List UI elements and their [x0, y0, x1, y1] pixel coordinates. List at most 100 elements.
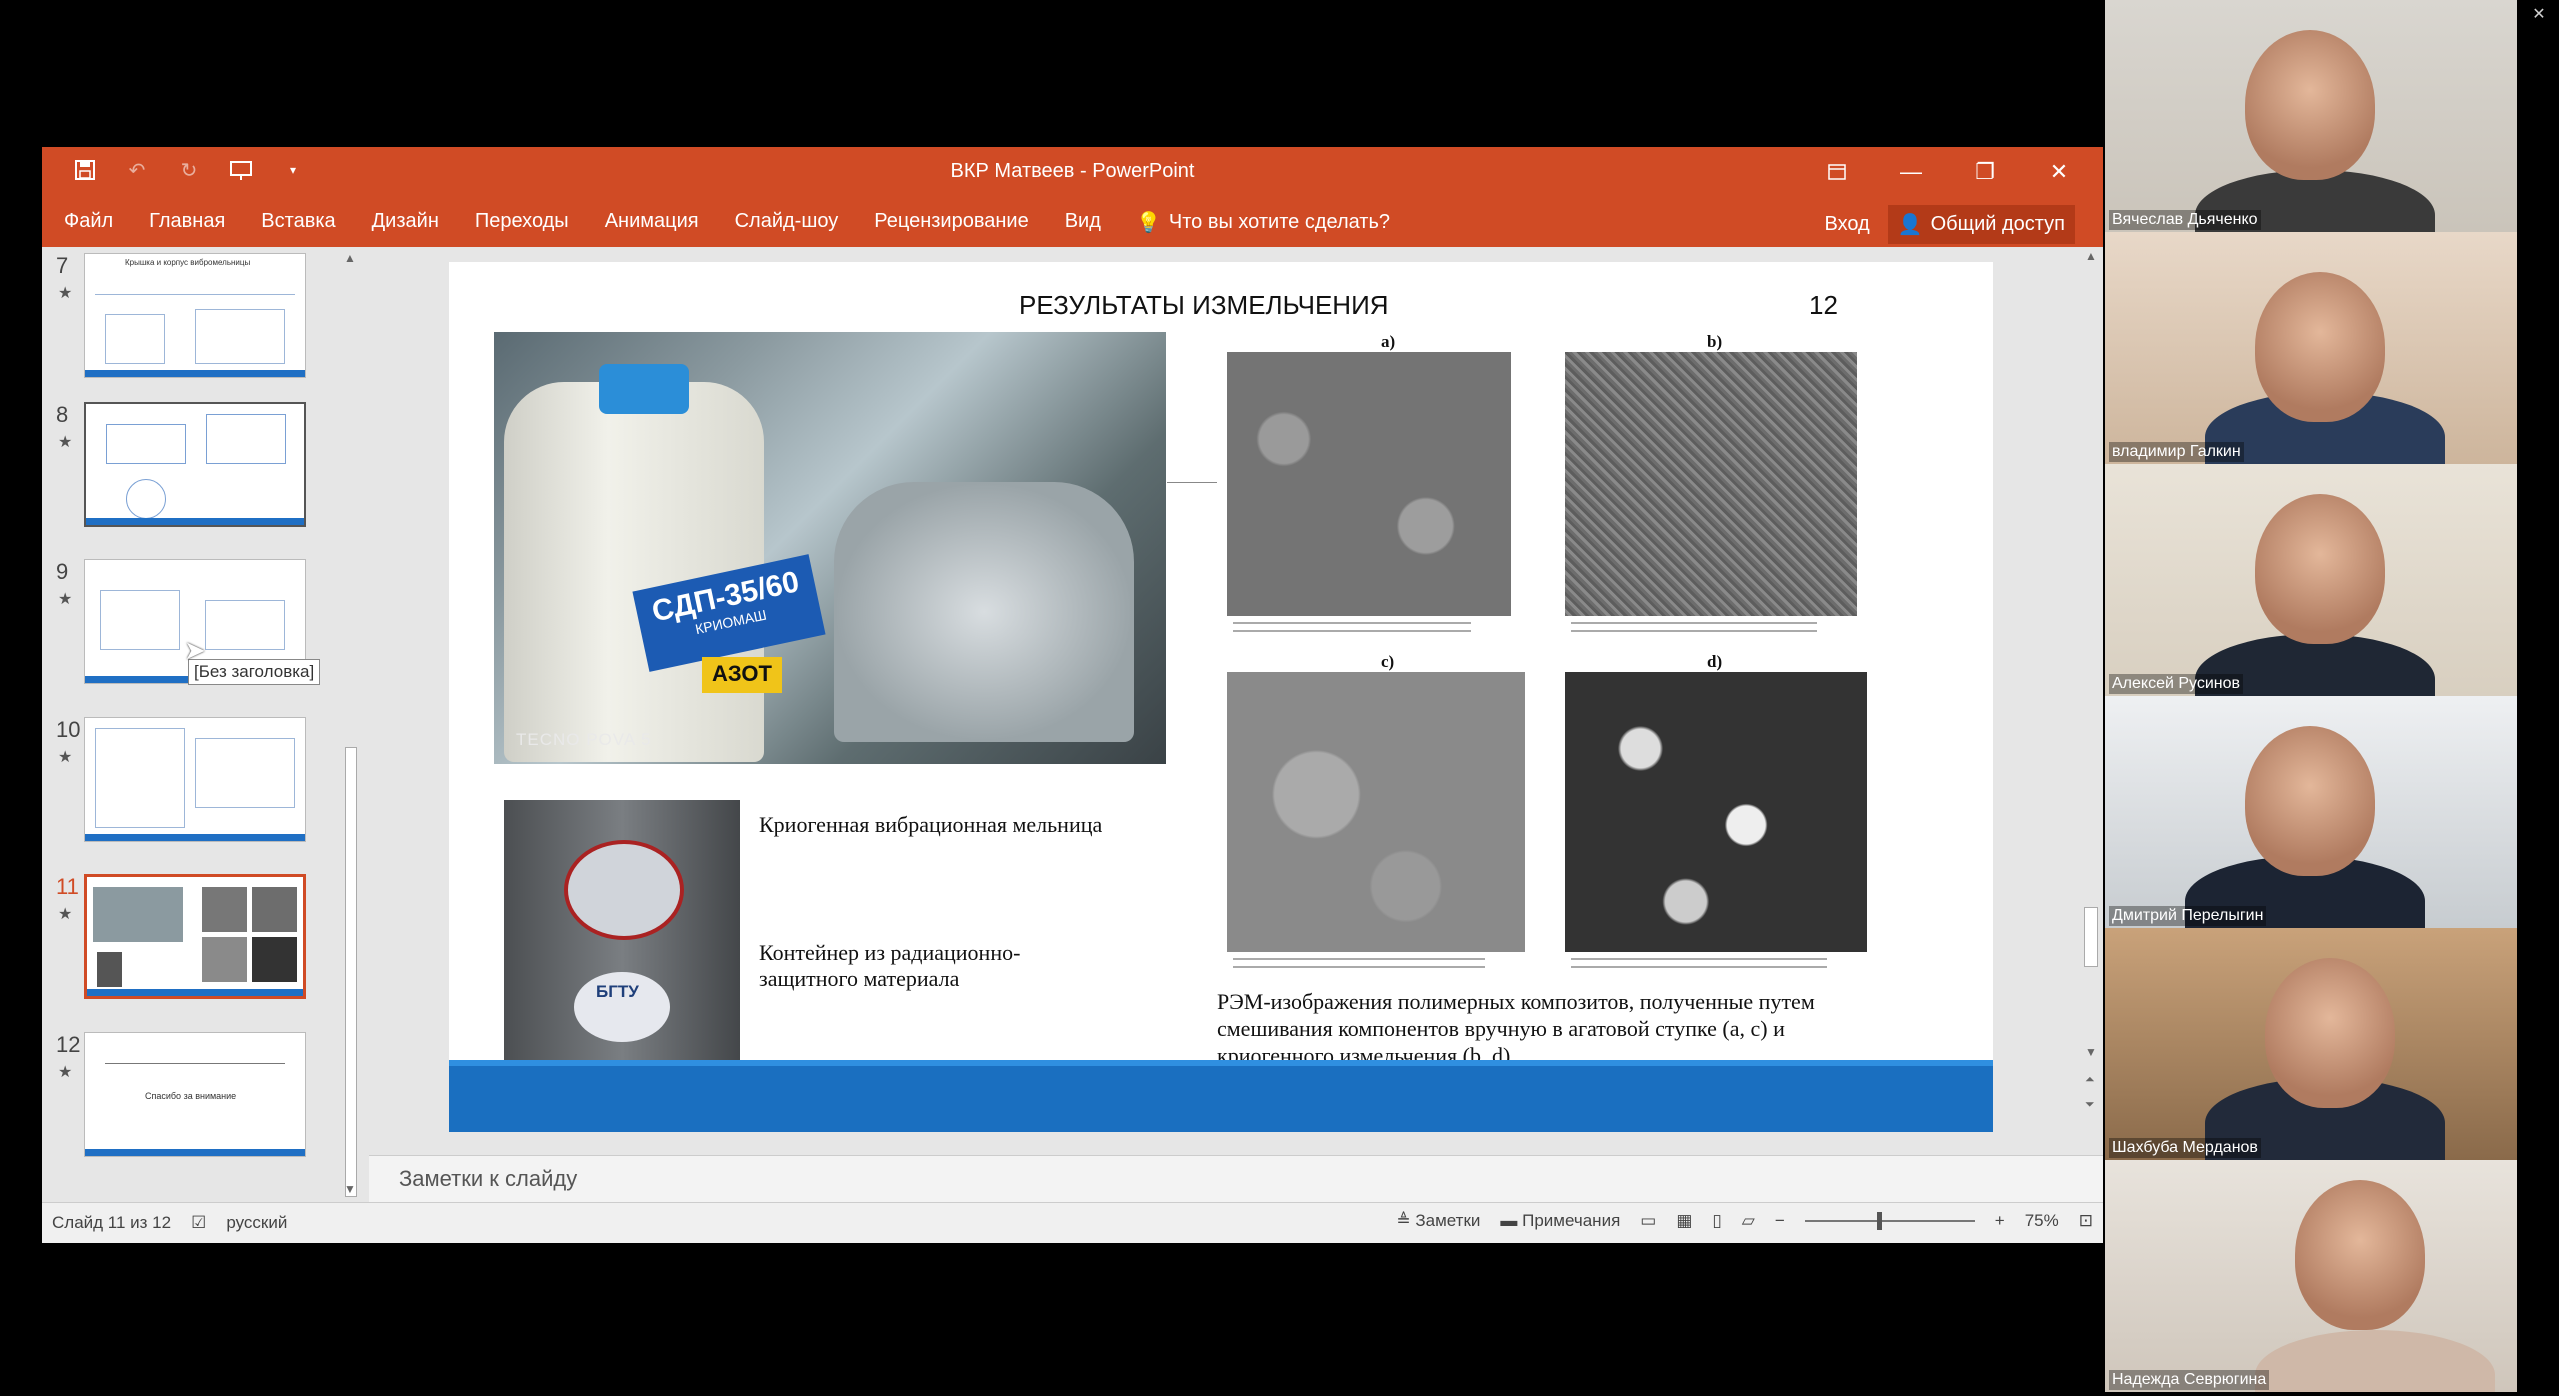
normal-view-icon[interactable]: ▭	[1640, 1211, 1656, 1231]
dewar-cap	[599, 364, 689, 414]
scroll-down-icon[interactable]: ▼	[344, 1182, 356, 1196]
thumb-preview: Крышка и корпус вибромельницы	[84, 253, 306, 378]
next-slide-icon[interactable]: ⏷	[2085, 1097, 2095, 1112]
participant-tile[interactable]: Дмитрий Перелыгин	[2105, 696, 2517, 928]
mill-apparatus	[834, 482, 1134, 742]
tab-slideshow[interactable]: Слайд-шоу	[735, 210, 839, 233]
previous-slide-icon[interactable]: ⏶	[2085, 1072, 2095, 1087]
thumb-number: 10	[56, 717, 81, 742]
tab-review[interactable]: Рецензирование	[874, 210, 1028, 233]
mouse-cursor-icon: ➤	[184, 635, 206, 665]
thumbnail-slide-12[interactable]: 12 ★ Спасибо за внимание	[42, 1032, 352, 1172]
status-bar: Слайд 11 из 12 ☑ русский ≜ Заметки ▬ При…	[42, 1202, 2103, 1243]
ribbon-right: Вход 👤 Общий доступ	[1824, 205, 2075, 244]
participant-name: владимир Галкин	[2109, 442, 2244, 462]
ribbon-tabs: Файл Главная Вставка Дизайн Переходы Ани…	[64, 210, 1101, 233]
scroll-down-icon[interactable]: ▼	[2085, 1045, 2097, 1059]
tab-home[interactable]: Главная	[149, 210, 225, 233]
close-window-icon[interactable]: ✕	[2035, 155, 2083, 189]
thumb-number: 9	[56, 559, 69, 584]
animation-star-icon: ★	[58, 1064, 73, 1081]
comments-toggle-button[interactable]: ▬ Примечания	[1500, 1211, 1620, 1231]
slide-title: РЕЗУЛЬТАТЫ ИЗМЕЛЬЧЕНИЯ	[1019, 290, 1389, 320]
participant-tile[interactable]: Шахбуба Мерданов	[2105, 928, 2517, 1160]
zoom-slider[interactable]	[1804, 1212, 1975, 1230]
tab-file[interactable]: Файл	[64, 210, 113, 233]
spellcheck-icon[interactable]: ☑	[191, 1213, 206, 1233]
zoom-out-icon[interactable]: −	[1775, 1211, 1785, 1231]
tab-view[interactable]: Вид	[1065, 210, 1101, 233]
person-icon: 👤	[1897, 214, 1923, 236]
status-right: ≜ Заметки ▬ Примечания ▭ ▦ ▯ ▱ − + 75% ⊡	[1396, 1211, 2093, 1231]
slide-canvas[interactable]: РЕЗУЛЬТАТЫ ИЗМЕЛЬЧЕНИЯ 12 СДП-35/60 КРИО…	[449, 262, 1993, 1132]
scroll-up-icon[interactable]: ▲	[344, 251, 356, 265]
restore-window-icon[interactable]: ❐	[1961, 155, 2009, 189]
sem-image-d	[1565, 672, 1867, 978]
slide-scrollbar[interactable]: ▲ ▼ ⏶ ⏷	[2079, 247, 2103, 1155]
container-caption: Контейнер из радиационно-защитного матер…	[759, 940, 1021, 991]
thumb-number: 8	[56, 402, 69, 427]
participants-panel: Вячеслав Дьяченко владимир Галкин Алексе…	[2105, 0, 2517, 1396]
share-button[interactable]: 👤 Общий доступ	[1887, 205, 2075, 244]
thumbnails-scrollbar[interactable]: ▲ ▼	[340, 247, 362, 1202]
thumb-preview	[84, 402, 306, 527]
scrollbar-thumb[interactable]	[345, 747, 357, 1197]
thumbnail-slide-8[interactable]: 8 ★	[42, 402, 352, 542]
notes-pane[interactable]: Заметки к слайду	[369, 1155, 2103, 1202]
participant-tile[interactable]: Вячеслав Дьяченко	[2105, 0, 2517, 232]
slide-sorter-icon[interactable]: ▦	[1676, 1211, 1692, 1231]
participant-tile[interactable]: владимир Галкин	[2105, 232, 2517, 464]
fit-slide-icon[interactable]: ⊡	[2079, 1211, 2093, 1231]
notes-toggle-button[interactable]: ≜ Заметки	[1396, 1211, 1480, 1231]
tab-transitions[interactable]: Переходы	[475, 210, 569, 233]
powerpoint-window: ↶ ↻ ▾ ВКР Матвеев - PowerPoint — ❐ ✕ Фай…	[42, 147, 2103, 1243]
minimize-window-icon[interactable]: —	[1887, 155, 1935, 189]
scroll-up-icon[interactable]: ▲	[2085, 249, 2097, 263]
tell-me-text: Что вы хотите сделать?	[1168, 211, 1390, 233]
title-bar: ↶ ↻ ▾ ВКР Матвеев - PowerPoint — ❐ ✕	[42, 147, 2103, 197]
participant-tile[interactable]: Алексей Русинов	[2105, 464, 2517, 696]
ribbon: Файл Главная Вставка Дизайн Переходы Ани…	[42, 197, 2103, 247]
scrollbar-thumb[interactable]	[2084, 907, 2098, 967]
thumb-number: 7	[56, 253, 69, 278]
thumbnail-slide-7[interactable]: 7 ★ Крышка и корпус вибромельницы	[42, 253, 352, 393]
sem-label-d: d)	[1707, 652, 1723, 671]
participant-name: Вячеслав Дьяченко	[2109, 210, 2261, 230]
close-icon[interactable]: ✕	[2529, 4, 2549, 24]
slideshow-view-icon[interactable]: ▱	[1742, 1211, 1755, 1231]
thumb-preview-selected	[84, 874, 306, 999]
window-title: ВКР Матвеев - PowerPoint	[950, 160, 1195, 182]
reading-view-icon[interactable]: ▯	[1712, 1211, 1721, 1231]
slide-counter: Слайд 11 из 12	[52, 1213, 172, 1232]
signin-link[interactable]: Вход	[1824, 213, 1869, 236]
animation-star-icon: ★	[58, 906, 73, 923]
zoom-level[interactable]: 75%	[2025, 1211, 2059, 1231]
language-indicator[interactable]: русский	[226, 1213, 287, 1233]
sem-image-b	[1565, 352, 1857, 642]
thumbnail-slide-11[interactable]: 11 ★	[42, 874, 352, 1014]
tab-insert[interactable]: Вставка	[261, 210, 335, 233]
window-controls: — ❐ ✕	[1813, 155, 2083, 189]
zoom-in-icon[interactable]: +	[1995, 1211, 2005, 1231]
tab-design[interactable]: Дизайн	[372, 210, 439, 233]
tell-me-box[interactable]: 💡 Что вы хотите сделать?	[1136, 210, 1390, 235]
slide-editor: РЕЗУЛЬТАТЫ ИЗМЕЛЬЧЕНИЯ 12 СДП-35/60 КРИО…	[369, 247, 2103, 1155]
thumbnail-tooltip: [Без заголовка]	[188, 659, 321, 685]
connector-line	[1167, 482, 1217, 483]
tab-animations[interactable]: Анимация	[605, 210, 699, 233]
sem-image-a	[1227, 352, 1511, 642]
ribbon-display-options-icon[interactable]	[1813, 155, 1861, 189]
mill-caption: Криогенная вибрационная мельница	[759, 812, 1103, 837]
participant-tile[interactable]: Надежда Севрюгина	[2105, 1160, 2517, 1392]
share-label: Общий доступ	[1930, 213, 2065, 235]
sem-label-b: b)	[1707, 332, 1723, 351]
sem-caption: РЭМ-изображения полимерных композитов, п…	[1217, 989, 1815, 1068]
participant-name: Алексей Русинов	[2109, 674, 2244, 694]
thumb-preview	[84, 717, 306, 842]
participant-name: Шахбуба Мерданов	[2109, 1138, 2261, 1158]
thumbnail-slide-10[interactable]: 10 ★	[42, 717, 352, 857]
animation-star-icon: ★	[58, 591, 73, 608]
sem-label-c: c)	[1381, 652, 1395, 671]
desktop: – ❐ ✕ ↶ ↻ ▾ ВКР Матвеев - PowerPoint	[0, 0, 2559, 1396]
participant-name: Надежда Севрюгина	[2109, 1370, 2270, 1390]
